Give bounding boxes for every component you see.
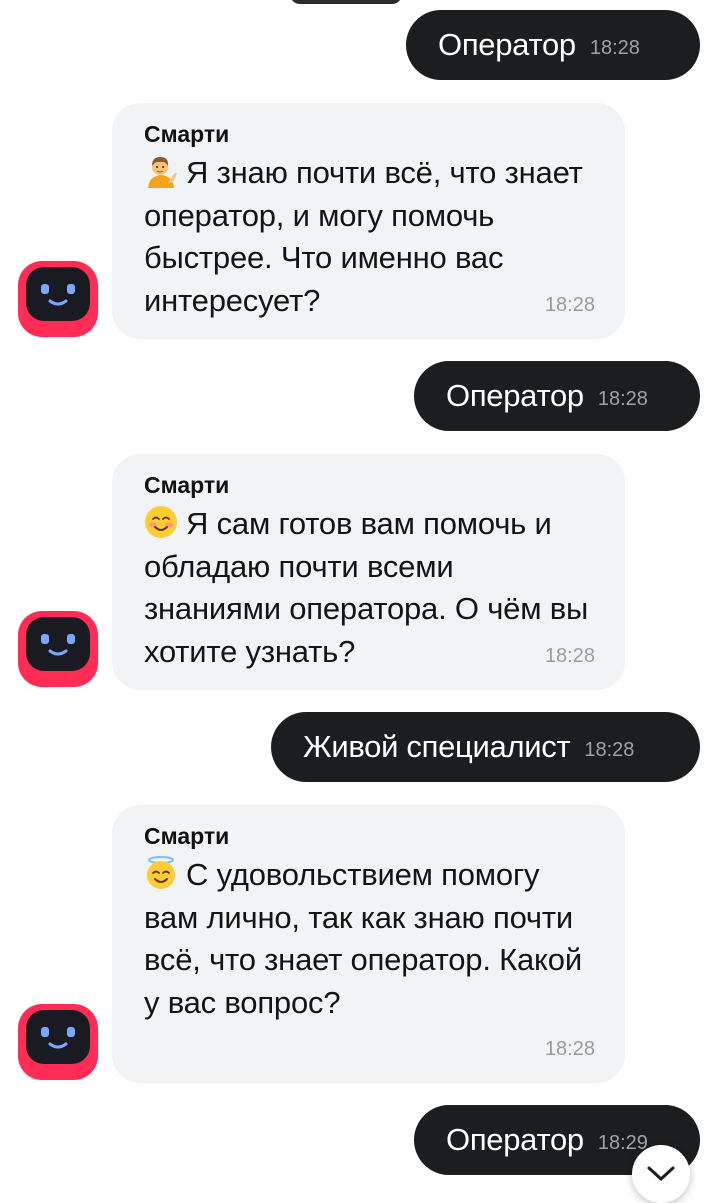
message-body: С удовольствием помогу вам лично, так ка… <box>144 854 595 1024</box>
top-element-fragment <box>290 0 402 4</box>
message-body: Я сам готов вам помочь и обладаю почти в… <box>144 503 595 673</box>
message-time: 18:28 <box>544 645 595 667</box>
scroll-down-button[interactable] <box>632 1145 690 1203</box>
sender-name: Смарти <box>144 823 230 849</box>
robot-face-icon <box>18 611 98 687</box>
chevron-down-icon <box>647 1166 675 1181</box>
incoming-message[interactable]: Смарти С удовольствием помогу вам лично,… <box>112 805 625 1083</box>
incoming-message[interactable]: Смарти Я знаю почти всё, что знает опера… <box>112 103 625 339</box>
message-text: С удовольствием помогу вам лично, так ка… <box>144 857 582 1020</box>
message-text: Живой специалист <box>303 729 571 764</box>
message-text: Я сам готов вам помочь и обладаю почти в… <box>144 506 589 669</box>
message-time: 18:28 <box>544 1038 595 1060</box>
message-text: Я знаю почти всё, что знает оператор, и … <box>144 155 583 318</box>
message-text: Оператор <box>438 27 576 62</box>
message-time: 18:28 <box>597 387 648 410</box>
message-time: 18:28 <box>544 294 595 316</box>
message-time: 18:28 <box>589 36 640 59</box>
person-tipping-hand-icon <box>148 157 177 188</box>
incoming-message[interactable]: Смарти Я сам готов вам помочь и обладаю … <box>112 454 625 690</box>
outgoing-message[interactable]: Оператор 18:28 <box>406 10 700 80</box>
robot-face-icon <box>18 1004 98 1080</box>
message-text: Оператор <box>446 378 584 413</box>
message-text: Оператор <box>446 1122 584 1157</box>
outgoing-message[interactable]: Оператор 18:28 <box>414 361 700 431</box>
smiling-halo-icon <box>147 856 175 889</box>
sender-name: Смарти <box>144 472 230 498</box>
smiling-blush-icon <box>145 506 177 538</box>
sender-name: Смарти <box>144 121 230 147</box>
robot-face-icon <box>18 261 98 337</box>
message-time: 18:28 <box>584 738 635 761</box>
message-body: Я знаю почти всё, что знает оператор, и … <box>144 152 595 322</box>
message-time: 18:29 <box>597 1131 648 1154</box>
outgoing-message[interactable]: Живой специалист 18:28 <box>271 712 700 782</box>
